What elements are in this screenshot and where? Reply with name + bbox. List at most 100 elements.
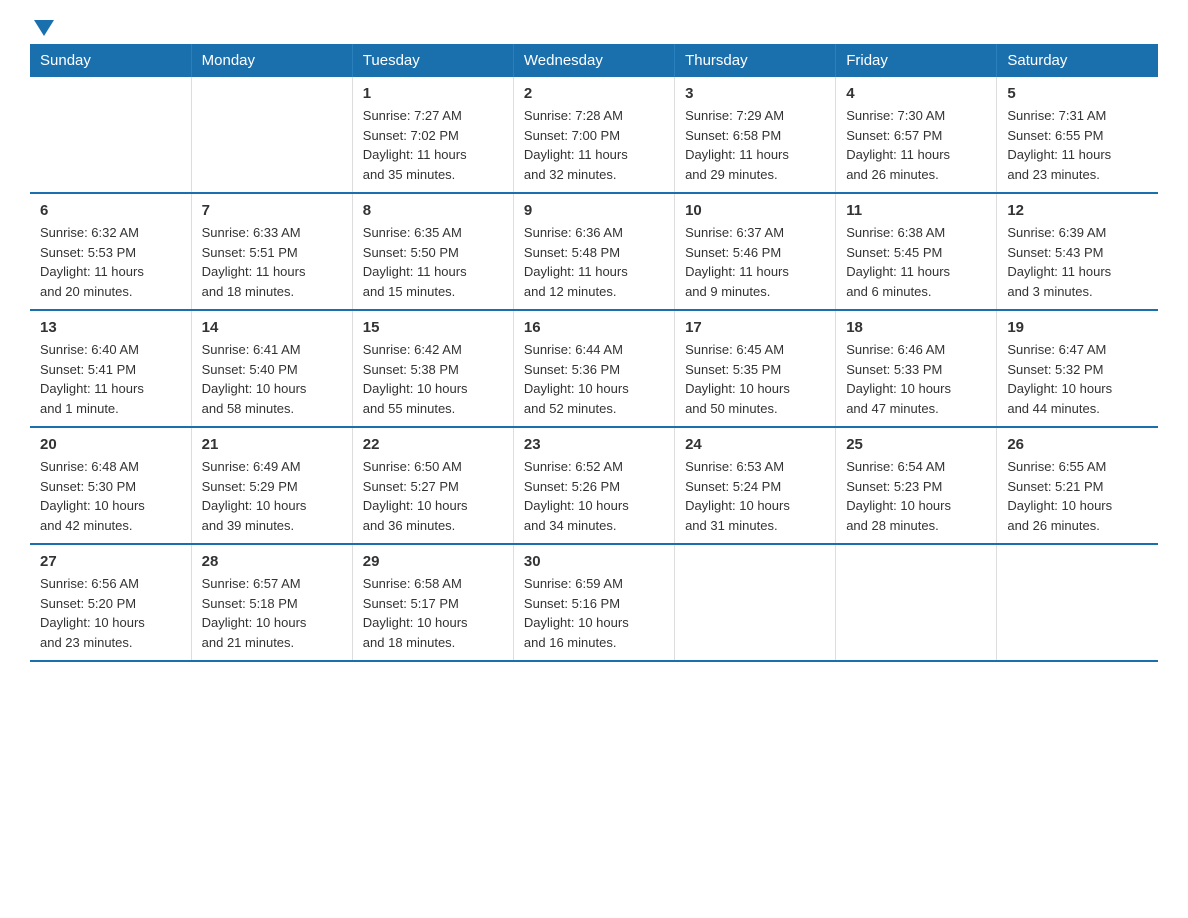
day-number: 21 [202, 436, 342, 453]
calendar-cell [191, 77, 352, 193]
day-number: 27 [40, 553, 181, 570]
day-number: 30 [524, 553, 664, 570]
day-number: 19 [1007, 319, 1148, 336]
calendar-cell: 17 Sunrise: 6:45 AM Sunset: 5:35 PM Dayli… [675, 310, 836, 427]
calendar-table: SundayMondayTuesdayWednesdayThursdayFrid… [30, 44, 1158, 662]
calendar-cell: 5 Sunrise: 7:31 AM Sunset: 6:55 PM Daylig… [997, 77, 1158, 193]
day-info: Sunrise: 6:42 AM Sunset: 5:38 PM Dayligh… [363, 340, 503, 418]
weekday-header-sunday: Sunday [30, 44, 191, 77]
day-number: 3 [685, 85, 825, 102]
calendar-cell [836, 544, 997, 661]
calendar-cell: 2Sunrise: 7:28 AM Sunset: 7:00 PM Daylig… [513, 77, 674, 193]
day-info: Sunrise: 6:54 AM Sunset: 5:23 PM Dayligh… [846, 457, 986, 535]
weekday-header-monday: Monday [191, 44, 352, 77]
calendar-cell: 10 Sunrise: 6:37 AM Sunset: 5:46 PM Dayli… [675, 193, 836, 310]
day-info: Sunrise: 6:35 AM Sunset: 5:50 PM Dayligh… [363, 223, 503, 301]
day-info: Sunrise: 7:27 AM Sunset: 7:02 PM Dayligh… [363, 106, 503, 184]
calendar-cell: 11 Sunrise: 6:38 AM Sunset: 5:45 PM Dayli… [836, 193, 997, 310]
calendar-cell: 7 Sunrise: 6:33 AM Sunset: 5:51 PM Daylig… [191, 193, 352, 310]
day-number: 18 [846, 319, 986, 336]
logo [30, 20, 54, 34]
weekday-header-thursday: Thursday [675, 44, 836, 77]
day-number: 29 [363, 553, 503, 570]
day-info: Sunrise: 6:56 AM Sunset: 5:20 PM Dayligh… [40, 574, 181, 652]
day-number: 11 [846, 202, 986, 219]
day-number: 13 [40, 319, 181, 336]
day-info: Sunrise: 6:53 AM Sunset: 5:24 PM Dayligh… [685, 457, 825, 535]
day-number: 23 [524, 436, 664, 453]
calendar-cell [30, 77, 191, 193]
calendar-week-row: 27 Sunrise: 6:56 AM Sunset: 5:20 PM Dayli… [30, 544, 1158, 661]
day-info: Sunrise: 6:41 AM Sunset: 5:40 PM Dayligh… [202, 340, 342, 418]
day-number: 2 [524, 85, 664, 102]
calendar-cell: 12 Sunrise: 6:39 AM Sunset: 5:43 PM Dayli… [997, 193, 1158, 310]
day-info: Sunrise: 6:44 AM Sunset: 5:36 PM Dayligh… [524, 340, 664, 418]
day-number: 5 [1007, 85, 1148, 102]
day-info: Sunrise: 6:49 AM Sunset: 5:29 PM Dayligh… [202, 457, 342, 535]
calendar-cell: 23 Sunrise: 6:52 AM Sunset: 5:26 PM Dayli… [513, 427, 674, 544]
day-info: Sunrise: 6:57 AM Sunset: 5:18 PM Dayligh… [202, 574, 342, 652]
day-number: 26 [1007, 436, 1148, 453]
day-number: 6 [40, 202, 181, 219]
calendar-week-row: 1 Sunrise: 7:27 AM Sunset: 7:02 PM Daylig… [30, 77, 1158, 193]
calendar-cell: 19 Sunrise: 6:47 AM Sunset: 5:32 PM Dayli… [997, 310, 1158, 427]
day-info: Sunrise: 6:37 AM Sunset: 5:46 PM Dayligh… [685, 223, 825, 301]
day-number: 12 [1007, 202, 1148, 219]
weekday-header-friday: Friday [836, 44, 997, 77]
calendar-cell: 28 Sunrise: 6:57 AM Sunset: 5:18 PM Dayli… [191, 544, 352, 661]
calendar-cell: 13Sunrise: 6:40 AM Sunset: 5:41 PM Dayli… [30, 310, 191, 427]
day-info: Sunrise: 6:39 AM Sunset: 5:43 PM Dayligh… [1007, 223, 1148, 301]
calendar-cell: 30 Sunrise: 6:59 AM Sunset: 5:16 PM Dayli… [513, 544, 674, 661]
day-info: Sunrise: 7:30 AM Sunset: 6:57 PM Dayligh… [846, 106, 986, 184]
calendar-cell: 6 Sunrise: 6:32 AM Sunset: 5:53 PM Daylig… [30, 193, 191, 310]
day-info: Sunrise: 6:33 AM Sunset: 5:51 PM Dayligh… [202, 223, 342, 301]
calendar-cell: 3 Sunrise: 7:29 AM Sunset: 6:58 PM Daylig… [675, 77, 836, 193]
day-number: 7 [202, 202, 342, 219]
calendar-cell: 14Sunrise: 6:41 AM Sunset: 5:40 PM Dayli… [191, 310, 352, 427]
calendar-cell: 18Sunrise: 6:46 AM Sunset: 5:33 PM Dayli… [836, 310, 997, 427]
day-info: Sunrise: 6:55 AM Sunset: 5:21 PM Dayligh… [1007, 457, 1148, 535]
day-info: Sunrise: 6:32 AM Sunset: 5:53 PM Dayligh… [40, 223, 181, 301]
calendar-cell: 4 Sunrise: 7:30 AM Sunset: 6:57 PM Daylig… [836, 77, 997, 193]
page-header [30, 20, 1158, 34]
day-info: Sunrise: 7:29 AM Sunset: 6:58 PM Dayligh… [685, 106, 825, 184]
day-number: 25 [846, 436, 986, 453]
calendar-cell: 20Sunrise: 6:48 AM Sunset: 5:30 PM Dayli… [30, 427, 191, 544]
calendar-cell: 27 Sunrise: 6:56 AM Sunset: 5:20 PM Dayli… [30, 544, 191, 661]
day-number: 15 [363, 319, 503, 336]
day-info: Sunrise: 6:52 AM Sunset: 5:26 PM Dayligh… [524, 457, 664, 535]
calendar-cell: 15 Sunrise: 6:42 AM Sunset: 5:38 PM Dayli… [352, 310, 513, 427]
day-number: 1 [363, 85, 503, 102]
day-number: 20 [40, 436, 181, 453]
day-number: 10 [685, 202, 825, 219]
calendar-week-row: 6 Sunrise: 6:32 AM Sunset: 5:53 PM Daylig… [30, 193, 1158, 310]
calendar-cell: 26 Sunrise: 6:55 AM Sunset: 5:21 PM Dayli… [997, 427, 1158, 544]
weekday-header-saturday: Saturday [997, 44, 1158, 77]
calendar-cell: 9 Sunrise: 6:36 AM Sunset: 5:48 PM Daylig… [513, 193, 674, 310]
weekday-header-tuesday: Tuesday [352, 44, 513, 77]
calendar-week-row: 13Sunrise: 6:40 AM Sunset: 5:41 PM Dayli… [30, 310, 1158, 427]
day-number: 17 [685, 319, 825, 336]
day-number: 22 [363, 436, 503, 453]
calendar-cell: 25 Sunrise: 6:54 AM Sunset: 5:23 PM Dayli… [836, 427, 997, 544]
day-info: Sunrise: 6:38 AM Sunset: 5:45 PM Dayligh… [846, 223, 986, 301]
logo-triangle-icon [34, 20, 54, 36]
calendar-cell: 24 Sunrise: 6:53 AM Sunset: 5:24 PM Dayli… [675, 427, 836, 544]
day-info: Sunrise: 7:31 AM Sunset: 6:55 PM Dayligh… [1007, 106, 1148, 184]
day-info: Sunrise: 6:45 AM Sunset: 5:35 PM Dayligh… [685, 340, 825, 418]
calendar-cell: 29 Sunrise: 6:58 AM Sunset: 5:17 PM Dayli… [352, 544, 513, 661]
weekday-header-wednesday: Wednesday [513, 44, 674, 77]
day-info: Sunrise: 6:36 AM Sunset: 5:48 PM Dayligh… [524, 223, 664, 301]
day-info: Sunrise: 6:58 AM Sunset: 5:17 PM Dayligh… [363, 574, 503, 652]
day-number: 28 [202, 553, 342, 570]
day-info: Sunrise: 6:47 AM Sunset: 5:32 PM Dayligh… [1007, 340, 1148, 418]
calendar-cell: 8Sunrise: 6:35 AM Sunset: 5:50 PM Daylig… [352, 193, 513, 310]
calendar-cell: 16Sunrise: 6:44 AM Sunset: 5:36 PM Dayli… [513, 310, 674, 427]
calendar-cell [675, 544, 836, 661]
day-number: 9 [524, 202, 664, 219]
day-info: Sunrise: 6:59 AM Sunset: 5:16 PM Dayligh… [524, 574, 664, 652]
day-number: 4 [846, 85, 986, 102]
day-info: Sunrise: 6:50 AM Sunset: 5:27 PM Dayligh… [363, 457, 503, 535]
calendar-cell [997, 544, 1158, 661]
day-number: 24 [685, 436, 825, 453]
